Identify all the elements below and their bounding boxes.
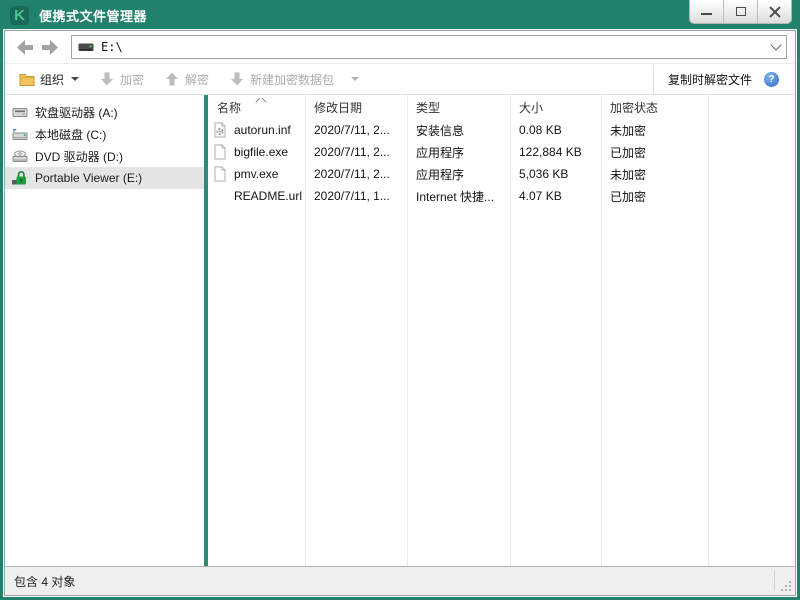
back-button[interactable] <box>13 36 37 58</box>
organize-label: 组织 <box>40 71 64 88</box>
column-header-label: 大小 <box>519 99 543 116</box>
encrypt-label: 加密 <box>120 71 144 88</box>
arrow-left-icon <box>16 39 35 56</box>
column-header-label: 修改日期 <box>314 99 362 116</box>
cell-size: 4.07 KB <box>510 189 601 203</box>
setup-file-icon <box>212 122 228 138</box>
arrow-up-icon <box>164 71 180 87</box>
cell-date: 2020/7/11, 1... <box>305 189 407 203</box>
minimize-icon <box>701 13 712 15</box>
cell-status: 未加密 <box>601 122 708 139</box>
forward-button[interactable] <box>37 36 61 58</box>
drive-icon <box>78 41 94 53</box>
app-window: K 便携式文件管理器 <box>0 0 800 600</box>
kaspersky-logo-icon: K <box>10 6 29 25</box>
decrypt-label: 解密 <box>185 71 209 88</box>
arrow-right-icon <box>40 39 59 56</box>
statusbar-separator <box>774 571 775 591</box>
titlebar: K 便携式文件管理器 <box>0 0 800 30</box>
toolbar-right-group: 复制时解密文件 ? <box>653 64 787 94</box>
address-text: E:\ <box>101 40 772 54</box>
floppy-drive-icon <box>12 104 28 120</box>
cell-name: README.url <box>234 189 302 203</box>
navigation-bar: E:\ <box>5 31 795 63</box>
maximize-icon <box>736 7 746 16</box>
cell-type: 应用程序 <box>407 166 510 183</box>
arrow-down-icon <box>229 71 245 87</box>
toolbar-separator <box>653 65 654 94</box>
sidebar-item-label: DVD 驱动器 (D:) <box>35 148 123 165</box>
column-header-type[interactable]: 类型 <box>407 99 510 116</box>
column-header-label: 类型 <box>416 99 440 116</box>
table-row[interactable]: pmv.exe 2020/7/11, 2... 应用程序 5,036 KB 未加… <box>208 163 795 185</box>
address-bar[interactable]: E:\ <box>71 35 787 59</box>
cell-type: 应用程序 <box>407 144 510 161</box>
column-header-size[interactable]: 大小 <box>510 99 601 116</box>
main-area: 软盘驱动器 (A:) 本地磁盘 (C:) <box>5 95 795 566</box>
help-icon[interactable]: ? <box>764 72 779 87</box>
status-bar: 包含 4 对象 <box>5 566 795 595</box>
close-icon <box>769 6 781 18</box>
encrypt-button[interactable]: 加密 <box>93 66 150 92</box>
cell-status: 未加密 <box>601 166 708 183</box>
chevron-down-icon[interactable] <box>770 39 781 50</box>
caret-down-icon <box>71 77 79 81</box>
cell-date: 2020/7/11, 2... <box>305 123 407 137</box>
sidebar-item-portable-e[interactable]: Portable Viewer (E:) <box>5 167 204 189</box>
sidebar-item-local-c[interactable]: 本地磁盘 (C:) <box>5 123 204 145</box>
maximize-button[interactable] <box>723 0 757 23</box>
folder-icon <box>19 71 35 87</box>
column-header-status[interactable]: 加密状态 <box>601 99 708 116</box>
caret-down-icon <box>351 77 359 81</box>
cell-type: Internet 快捷... <box>407 188 510 205</box>
dvd-drive-icon <box>12 148 28 164</box>
decrypt-on-copy-label[interactable]: 复制时解密文件 <box>668 71 752 88</box>
minimize-button[interactable] <box>690 0 723 23</box>
close-button[interactable] <box>757 0 791 23</box>
sidebar-item-floppy-a[interactable]: 软盘驱动器 (A:) <box>5 101 204 123</box>
new-encrypted-package-button[interactable]: 新建加密数据包 <box>223 66 365 92</box>
file-icon <box>212 166 228 182</box>
window-content: E:\ 组织 加密 <box>4 30 796 596</box>
no-icon <box>212 188 228 204</box>
arrow-down-icon <box>99 71 115 87</box>
window-title: 便携式文件管理器 <box>39 6 147 25</box>
column-header-row: 名称 修改日期 类型 大小 加密状态 <box>208 95 795 119</box>
drive-sidebar: 软盘驱动器 (A:) 本地磁盘 (C:) <box>5 95 204 566</box>
status-text: 包含 4 对象 <box>14 573 75 590</box>
organize-button[interactable]: 组织 <box>13 66 85 92</box>
sidebar-item-label: 本地磁盘 (C:) <box>35 126 106 143</box>
sidebar-item-label: Portable Viewer (E:) <box>35 171 142 185</box>
file-icon <box>212 144 228 160</box>
cell-date: 2020/7/11, 2... <box>305 145 407 159</box>
cell-status: 已加密 <box>601 188 708 205</box>
cell-size: 0.08 KB <box>510 123 601 137</box>
column-header-date[interactable]: 修改日期 <box>305 99 407 116</box>
column-header-label: 名称 <box>217 99 241 116</box>
cell-name: autorun.inf <box>234 123 291 137</box>
file-list: 名称 修改日期 类型 大小 加密状态 <box>208 95 795 566</box>
table-row[interactable]: bigfile.exe 2020/7/11, 2... 应用程序 122,884… <box>208 141 795 163</box>
cell-size: 5,036 KB <box>510 167 601 181</box>
sort-ascending-icon <box>255 98 266 108</box>
window-controls <box>689 0 792 24</box>
cell-date: 2020/7/11, 2... <box>305 167 407 181</box>
cell-name: pmv.exe <box>234 167 278 181</box>
cell-name: bigfile.exe <box>234 145 288 159</box>
hard-disk-icon <box>12 126 28 142</box>
sidebar-item-label: 软盘驱动器 (A:) <box>35 104 118 121</box>
cell-status: 已加密 <box>601 144 708 161</box>
column-header-label: 加密状态 <box>610 99 658 116</box>
cell-size: 122,884 KB <box>510 145 601 159</box>
column-header-name[interactable]: 名称 <box>208 98 305 116</box>
table-row[interactable]: README.url 2020/7/11, 1... Internet 快捷..… <box>208 185 795 207</box>
new-encrypted-package-label: 新建加密数据包 <box>250 71 334 88</box>
table-row[interactable]: autorun.inf 2020/7/11, 2... 安装信息 0.08 KB… <box>208 119 795 141</box>
resize-grip[interactable] <box>779 579 793 593</box>
encrypted-drive-icon <box>12 170 28 186</box>
toolbar: 组织 加密 解密 新建加密数据包 <box>5 63 795 95</box>
cell-type: 安装信息 <box>407 122 510 139</box>
sidebar-item-dvd-d[interactable]: DVD 驱动器 (D:) <box>5 145 204 167</box>
decrypt-button[interactable]: 解密 <box>158 66 215 92</box>
